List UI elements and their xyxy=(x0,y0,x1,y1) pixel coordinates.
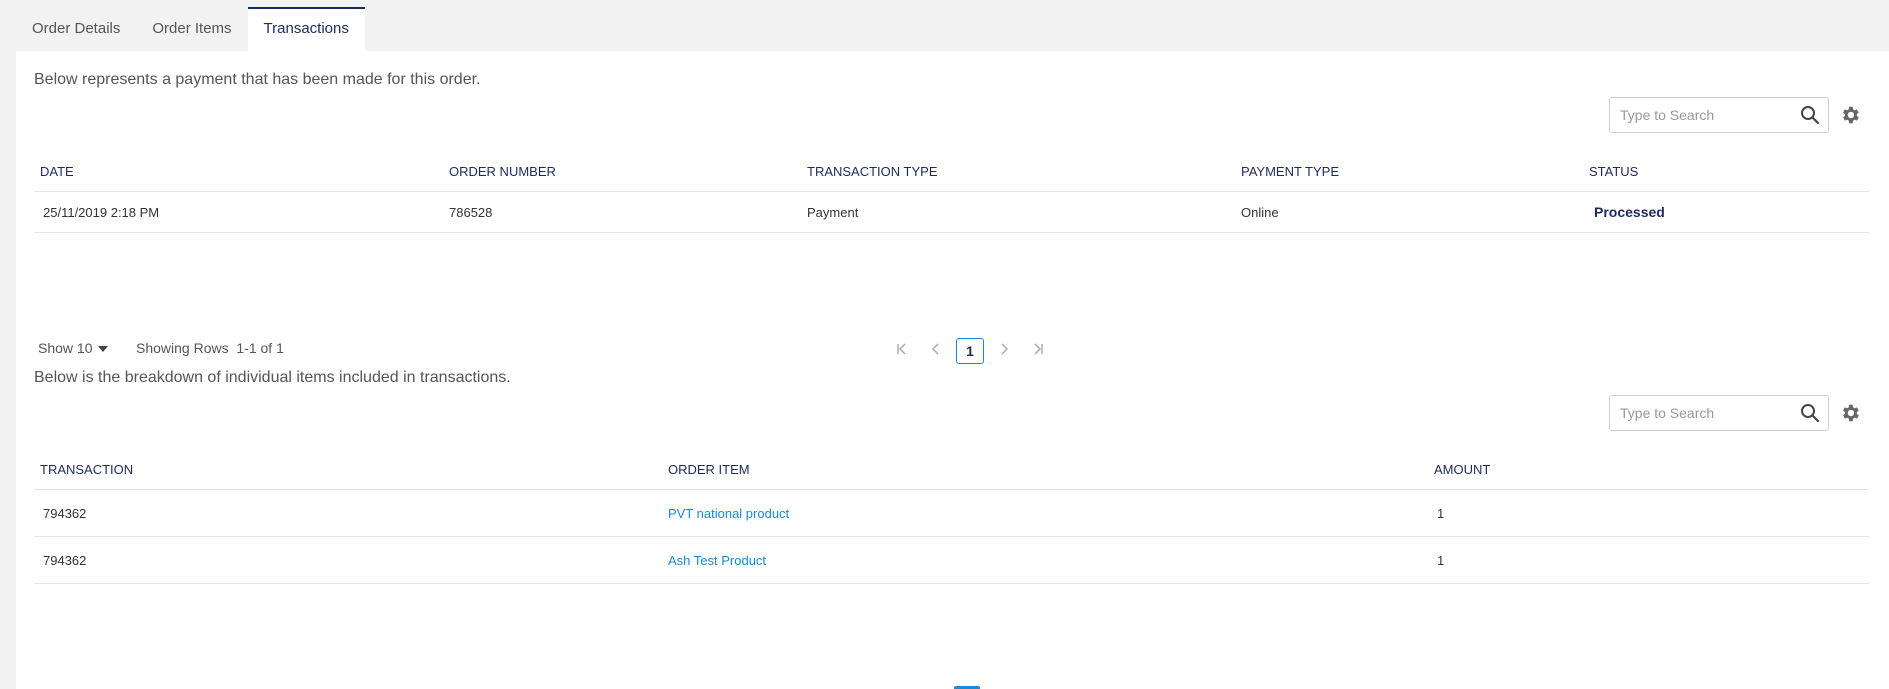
tab-bar: Order Details Order Items Transactions xyxy=(16,7,365,51)
caret-down-icon xyxy=(98,346,109,353)
breakdown-description: Below is the breakdown of individual ite… xyxy=(34,369,511,386)
cell-amount: 1 xyxy=(1437,506,1445,521)
cell-order-number: 786528 xyxy=(449,205,493,220)
tab-order-details[interactable]: Order Details xyxy=(16,7,136,51)
cell-transaction: 794362 xyxy=(43,506,87,521)
page-size-select[interactable]: Show 10 xyxy=(38,340,109,356)
next-page-icon[interactable] xyxy=(990,339,1018,363)
payments-table: DATE ORDER NUMBER TRANSACTION TYPE PAYME… xyxy=(34,151,1869,233)
rows-summary: Showing Rows 1-1 of 1 xyxy=(136,340,284,356)
search-icon[interactable] xyxy=(1800,403,1820,423)
page-size-label: Show 10 xyxy=(38,340,93,356)
transactions-panel: Below represents a payment that has been… xyxy=(16,51,1889,689)
payments-description: Below represents a payment that has been… xyxy=(34,71,481,88)
search-icon[interactable] xyxy=(1800,105,1820,125)
payments-table-header: DATE ORDER NUMBER TRANSACTION TYPE PAYME… xyxy=(34,151,1869,192)
table-row[interactable]: 25/11/2019 2:18 PM 786528 Payment Online… xyxy=(34,192,1869,233)
payments-search-input[interactable] xyxy=(1610,98,1790,132)
showing-label: Showing Rows xyxy=(136,340,229,356)
column-header-transaction-type[interactable]: TRANSACTION TYPE xyxy=(807,151,938,192)
table-row[interactable]: 794362 PVT national product 1 xyxy=(34,490,1869,537)
cell-transaction-type: Payment xyxy=(807,205,859,220)
payments-search-box xyxy=(1609,97,1829,133)
showing-range: 1-1 of 1 xyxy=(236,340,284,356)
column-header-transaction[interactable]: TRANSACTION xyxy=(40,449,133,490)
order-item-link[interactable]: Ash Test Product xyxy=(668,537,766,584)
cell-amount: 1 xyxy=(1437,553,1445,568)
status-badge: Processed xyxy=(1594,204,1665,220)
payments-footer: Show 10 Showing Rows 1-1 of 1 1 xyxy=(38,338,1873,364)
tab-transactions[interactable]: Transactions xyxy=(247,7,365,51)
column-header-order-number[interactable]: ORDER NUMBER xyxy=(449,151,556,192)
prev-page-icon[interactable] xyxy=(922,339,950,363)
cell-date: 25/11/2019 2:18 PM xyxy=(43,205,160,220)
table-row[interactable]: 794362 Ash Test Product 1 xyxy=(34,537,1869,584)
pagination: 1 xyxy=(888,338,1058,364)
breakdown-search-box xyxy=(1609,395,1829,431)
column-header-status[interactable]: STATUS xyxy=(1589,151,1638,192)
gear-icon[interactable] xyxy=(1839,104,1861,126)
column-header-amount[interactable]: AMOUNT xyxy=(1434,449,1490,490)
column-header-order-item[interactable]: ORDER ITEM xyxy=(668,449,750,490)
order-item-link[interactable]: PVT national product xyxy=(668,490,789,537)
column-header-payment-type[interactable]: PAYMENT TYPE xyxy=(1241,151,1339,192)
column-header-date[interactable]: DATE xyxy=(40,151,74,192)
breakdown-table: TRANSACTION ORDER ITEM AMOUNT 794362 PVT… xyxy=(34,449,1869,584)
page-button-current[interactable]: 1 xyxy=(956,338,984,364)
last-page-icon[interactable] xyxy=(1024,339,1052,363)
cell-payment-type: Online xyxy=(1241,205,1279,220)
gear-icon[interactable] xyxy=(1839,402,1861,424)
breakdown-table-header: TRANSACTION ORDER ITEM AMOUNT xyxy=(34,449,1869,490)
tab-order-items[interactable]: Order Items xyxy=(136,7,247,51)
breakdown-search-input[interactable] xyxy=(1610,396,1790,430)
first-page-icon[interactable] xyxy=(888,339,916,363)
cell-transaction: 794362 xyxy=(43,553,87,568)
